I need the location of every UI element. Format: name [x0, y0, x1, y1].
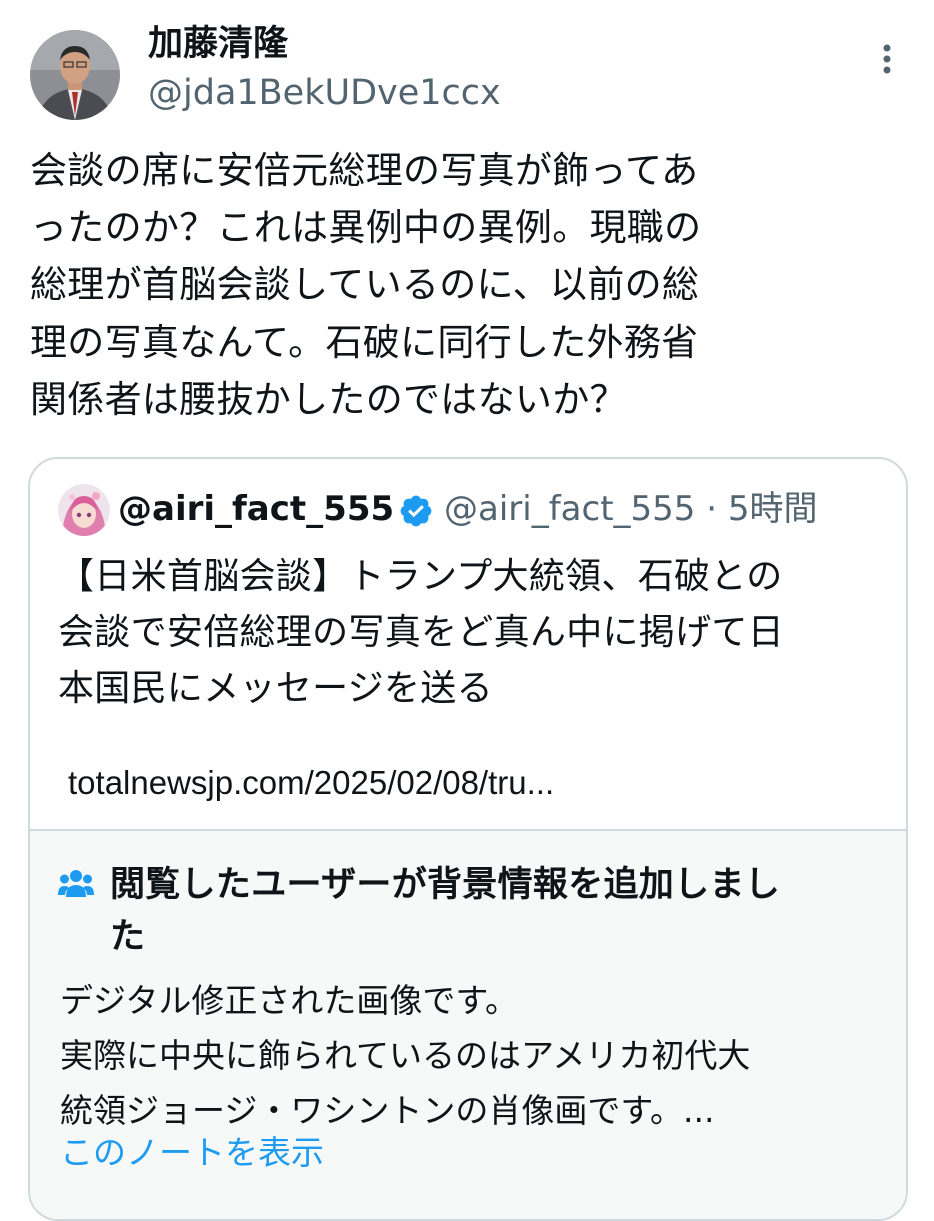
people-icon [58, 870, 94, 897]
quoted-text-line: 【日米首脳会談】トランプ大統領、石破との [58, 556, 783, 597]
quoted-author-avatar[interactable] [58, 484, 110, 536]
more-vertical-icon [883, 44, 891, 74]
tweet-text-line: ったのか？これは異例中の異例。現職の [30, 206, 702, 250]
show-note-link[interactable]: このノートを表示 [60, 1131, 324, 1175]
quoted-meta: @airi_fact_555 · 5時間 [444, 487, 818, 531]
author-avatar[interactable] [30, 30, 120, 120]
quoted-text-line: 会談で安倍総理の写真をど真ん中に掲げて日 [58, 612, 784, 653]
tweet-text-line: 理の写真なんて。石破に同行した外務省 [30, 320, 699, 364]
author-handle[interactable]: @jda1BekUDve1ccx [148, 70, 501, 116]
profile-photo [30, 30, 120, 120]
quoted-handle[interactable]: @airi_fact_555 [444, 489, 695, 529]
quoted-tweet-card[interactable]: @airi_fact_555 @airi_fact_555 · 5時間 【日米首… [28, 457, 908, 1221]
note-body: デジタル修正された画像です。 実際に中央に飾られているのはアメリカ初代大 統領ジ… [60, 973, 880, 1138]
verified-badge-icon [400, 495, 432, 527]
quoted-text-line: 本国民にメッセージを送る [58, 668, 493, 709]
community-note: 閲覧したユーザーが背景情報を追加しまし た デジタル修正された画像です。 実際に… [30, 831, 906, 1219]
note-body-line: 実際に中央に飾られているのはアメリカ初代大 [60, 1036, 751, 1075]
meta-separator: · [706, 489, 718, 529]
author-display-name[interactable]: 加藤清隆 [148, 22, 288, 66]
quoted-link[interactable]: totalnewsjp.com/2025/02/08/tru... [68, 761, 554, 805]
more-button[interactable] [872, 40, 902, 84]
note-header-line: 閲覧したユーザーが背景情報を追加しまし [110, 865, 781, 905]
note-body-line: 統領ジョージ・ワシントンの肖像画です。... [60, 1091, 715, 1130]
note-header: 閲覧したユーザーが背景情報を追加しまし た [110, 859, 880, 963]
quoted-text: 【日米首脳会談】トランプ大統領、石破との 会談で安倍総理の写真をど真ん中に掲げて… [58, 549, 888, 717]
note-body-line: デジタル修正された画像です。 [60, 981, 519, 1020]
tweet-text: 会談の席に安倍元総理の写真が飾ってあ ったのか？これは異例中の異例。現職の 総理… [30, 142, 910, 428]
tweet-text-line: 総理が首脳会談しているのに、以前の総 [30, 263, 700, 307]
tweet-text-line: 会談の席に安倍元総理の写真が飾ってあ [30, 149, 699, 192]
quoted-display-name[interactable]: @airi_fact_555 [118, 487, 394, 531]
anime-avatar-icon [58, 484, 110, 536]
quoted-timestamp[interactable]: 5時間 [728, 489, 818, 529]
note-header-line: た [110, 917, 146, 957]
tweet-text-line: 関係者は腰抜かしたのではないか？ [30, 377, 627, 421]
